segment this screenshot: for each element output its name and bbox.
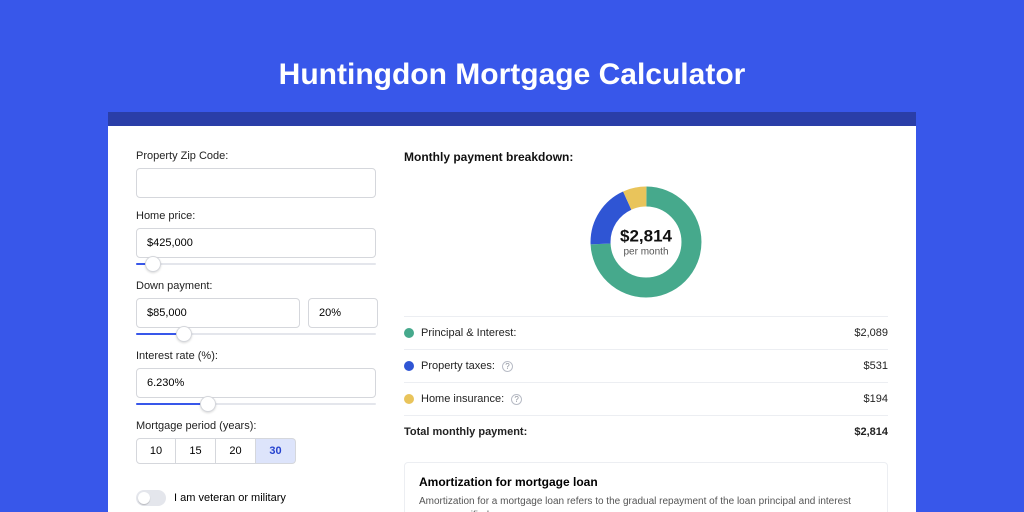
legend-value: $531 xyxy=(864,360,888,372)
slider-fill xyxy=(136,403,208,405)
price-slider[interactable] xyxy=(136,260,376,268)
donut-center: $2,814 per month xyxy=(620,227,672,258)
zip-label: Property Zip Code: xyxy=(136,150,376,162)
legend-label: Principal & Interest: xyxy=(421,327,516,339)
legend-row: Home insurance:? $194 xyxy=(404,383,888,416)
period-option-10[interactable]: 10 xyxy=(136,438,176,464)
legend-row: Principal & Interest: $2,089 xyxy=(404,317,888,350)
price-field-group: Home price: xyxy=(136,210,376,268)
period-option-20[interactable]: 20 xyxy=(216,438,256,464)
calculator-card: Property Zip Code: Home price: Down paym… xyxy=(108,126,916,512)
legend-total-label: Total monthly payment: xyxy=(404,426,527,438)
veteran-label: I am veteran or military xyxy=(174,492,286,504)
amortization-title: Amortization for mortgage loan xyxy=(419,475,873,489)
amortization-section: Amortization for mortgage loan Amortizat… xyxy=(404,462,888,512)
legend-label: Home insurance: xyxy=(421,393,504,405)
slider-thumb[interactable] xyxy=(176,326,192,342)
legend-total-value: $2,814 xyxy=(854,426,888,438)
page-title: Huntingdon Mortgage Calculator xyxy=(0,0,1024,92)
veteran-row: I am veteran or military xyxy=(136,490,376,506)
slider-rail xyxy=(136,263,376,265)
price-label: Home price: xyxy=(136,210,376,222)
donut-chart-wrap: $2,814 per month xyxy=(404,182,888,302)
period-field-group: Mortgage period (years): 10152030 xyxy=(136,420,376,464)
down-amount-input[interactable] xyxy=(136,298,300,328)
period-option-30[interactable]: 30 xyxy=(256,438,296,464)
rate-input[interactable] xyxy=(136,368,376,398)
legend-row: Property taxes:? $531 xyxy=(404,350,888,383)
info-icon[interactable]: ? xyxy=(511,394,522,405)
period-options: 10152030 xyxy=(136,438,376,464)
rate-slider[interactable] xyxy=(136,400,376,408)
rate-label: Interest rate (%): xyxy=(136,350,376,362)
breakdown-title: Monthly payment breakdown: xyxy=(404,150,888,164)
period-option-15[interactable]: 15 xyxy=(176,438,216,464)
zip-field-group: Property Zip Code: xyxy=(136,150,376,198)
amortization-text: Amortization for a mortgage loan refers … xyxy=(419,495,873,512)
period-label: Mortgage period (years): xyxy=(136,420,376,432)
down-slider[interactable] xyxy=(136,330,376,338)
slider-thumb[interactable] xyxy=(145,256,161,272)
down-label: Down payment: xyxy=(136,280,376,292)
legend-dot xyxy=(404,328,414,338)
veteran-toggle[interactable] xyxy=(136,490,166,506)
down-percent-input[interactable] xyxy=(308,298,378,328)
inputs-panel: Property Zip Code: Home price: Down paym… xyxy=(136,150,376,512)
zip-input[interactable] xyxy=(136,168,376,198)
legend: Principal & Interest: $2,089 Property taxe… xyxy=(404,316,888,448)
legend-label: Property taxes: xyxy=(421,360,495,372)
card-shadow: Property Zip Code: Home price: Down paym… xyxy=(108,112,916,512)
down-field-group: Down payment: xyxy=(136,280,376,338)
slider-thumb[interactable] xyxy=(200,396,216,412)
legend-total-row: Total monthly payment: $2,814 xyxy=(404,416,888,448)
legend-value: $2,089 xyxy=(854,327,888,339)
info-icon[interactable]: ? xyxy=(502,361,513,372)
donut-value: $2,814 xyxy=(620,227,672,247)
results-panel: Monthly payment breakdown: $2,814 per mo… xyxy=(404,150,888,512)
legend-value: $194 xyxy=(864,393,888,405)
donut-subtext: per month xyxy=(620,247,672,258)
price-input[interactable] xyxy=(136,228,376,258)
legend-dot xyxy=(404,394,414,404)
rate-field-group: Interest rate (%): xyxy=(136,350,376,408)
legend-dot xyxy=(404,361,414,371)
